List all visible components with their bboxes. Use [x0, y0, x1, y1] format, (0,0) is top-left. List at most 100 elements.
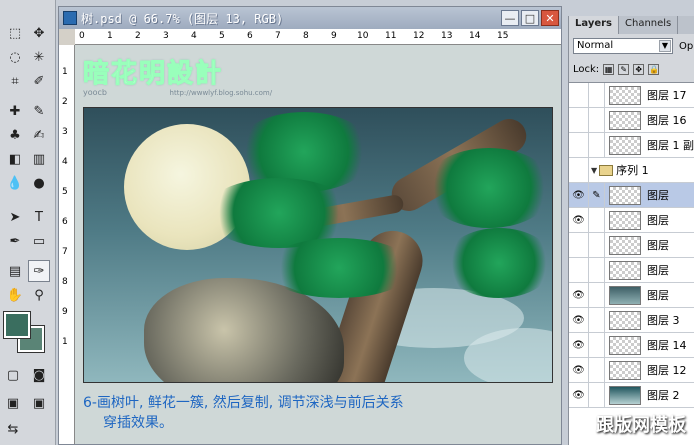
link-cell[interactable] — [589, 107, 605, 133]
layer-thumbnail — [609, 385, 641, 405]
brush-icon[interactable]: ✎ — [589, 182, 605, 208]
blend-mode-select[interactable]: Normal ▼ — [573, 38, 673, 54]
zoom-tool-icon[interactable]: ⚲ — [28, 284, 50, 306]
dodge-tool-icon[interactable]: ● — [28, 172, 50, 194]
pen-tool-icon[interactable]: ✒ — [4, 230, 26, 252]
jump-to-imageready-icon[interactable]: ⇆ — [2, 418, 24, 440]
layer-row[interactable]: 图层 — [569, 257, 694, 283]
link-cell[interactable] — [589, 232, 605, 258]
eye-icon[interactable]: 👁 — [569, 182, 589, 208]
visibility-toggle[interactable] — [569, 82, 589, 108]
layer-row[interactable]: 👁 图层 12 — [569, 357, 694, 383]
document-titlebar[interactable]: 树.psd @ 66.7% (图层 13, RGB) — □ ✕ — [59, 7, 561, 29]
healing-brush-icon[interactable]: ✚ — [4, 100, 26, 122]
slice-tool-icon[interactable]: ✐ — [28, 70, 50, 92]
link-cell[interactable] — [589, 357, 605, 383]
eye-icon[interactable]: 👁 — [569, 282, 589, 308]
link-cell[interactable] — [589, 132, 605, 158]
layer-group-row[interactable]: ▼ 序列 1 — [569, 157, 694, 183]
visibility-toggle[interactable] — [569, 132, 589, 158]
type-tool-icon[interactable]: T — [28, 206, 50, 228]
tutorial-caption: 6-画树叶, 鲜花一簇, 然后复制, 调节深浅与前后关系 穿插效果。 — [83, 393, 404, 433]
link-cell[interactable] — [589, 82, 605, 108]
visibility-toggle[interactable] — [569, 257, 589, 283]
link-cell[interactable] — [589, 307, 605, 333]
layer-row[interactable]: 👁 ✎ 图层 — [569, 182, 694, 208]
link-cell[interactable] — [589, 282, 605, 308]
close-button[interactable]: ✕ — [541, 10, 559, 26]
magic-wand-tool-icon[interactable]: ✳ — [28, 46, 50, 68]
clone-stamp-icon[interactable]: ♣ — [4, 124, 26, 146]
layer-row[interactable]: 👁 图层 14 — [569, 332, 694, 358]
move-tool-icon[interactable]: ✥ — [28, 22, 50, 44]
visibility-toggle[interactable] — [569, 232, 589, 258]
pine-needles-shape — [424, 148, 552, 228]
blur-tool-icon[interactable]: 💧 — [4, 172, 26, 194]
opacity-label: Op — [679, 40, 694, 52]
link-cell[interactable] — [589, 257, 605, 283]
lasso-tool-icon[interactable]: ◌ — [4, 46, 26, 68]
crop-tool-icon[interactable]: ⌗ — [4, 70, 26, 92]
tab-channels[interactable]: Channels — [619, 16, 679, 34]
notes-tool-icon[interactable]: ▤ — [4, 260, 26, 282]
link-cell[interactable] — [589, 207, 605, 233]
screen-mode-icon[interactable]: ▣ — [2, 392, 24, 414]
lock-all-icon[interactable]: 🔒 — [648, 64, 660, 75]
ruler-label: 6 — [247, 31, 253, 41]
gradient-tool-icon[interactable]: ▥ — [28, 148, 50, 170]
eye-icon[interactable]: 👁 — [569, 332, 589, 358]
vertical-ruler[interactable]: 1 2 3 4 5 6 7 8 9 1 — [59, 45, 75, 444]
layer-thumbnail — [609, 335, 641, 355]
layer-row[interactable]: 图层 17 — [569, 82, 694, 108]
layer-row[interactable]: 👁 图层 2 — [569, 382, 694, 408]
fullscreen-mode-icon[interactable]: ▣ — [28, 392, 50, 414]
canvas[interactable]: 暗花明設計 yoocb http://wwwlyf.blog.sohu.com/… — [75, 45, 561, 444]
marquee-tool-icon[interactable]: ⬚ — [4, 22, 26, 44]
maximize-button[interactable]: □ — [521, 10, 539, 26]
layer-list: 图层 17 图层 16 图层 1 副 ▼ 序列 1 👁 ✎ 图层 👁 图层 图层… — [569, 82, 694, 445]
hand-tool-icon[interactable]: ✋ — [4, 284, 26, 306]
standard-mode-icon[interactable]: ▢ — [2, 364, 24, 386]
ruler-label: 5 — [219, 31, 225, 41]
ruler-label: 10 — [357, 31, 369, 41]
visibility-toggle[interactable] — [569, 107, 589, 133]
ruler-label: 5 — [62, 187, 68, 197]
horizontal-ruler[interactable]: 0 1 2 3 4 5 6 7 8 9 10 11 12 13 14 15 — [75, 29, 561, 45]
history-brush-icon[interactable]: ✍ — [28, 124, 50, 146]
layer-row[interactable]: 👁 图层 — [569, 207, 694, 233]
expand-triangle-icon[interactable]: ▼ — [591, 166, 597, 175]
ruler-label: 8 — [62, 277, 68, 287]
shape-tool-icon[interactable]: ▭ — [28, 230, 50, 252]
minimize-button[interactable]: — — [501, 10, 519, 26]
watermark-text: 跟版网模板 — [596, 415, 686, 436]
lock-position-icon[interactable]: ✥ — [633, 64, 645, 75]
ruler-label: 3 — [163, 31, 169, 41]
path-select-icon[interactable]: ➤ — [4, 206, 26, 228]
visibility-toggle[interactable] — [569, 157, 589, 183]
link-cell[interactable] — [589, 382, 605, 408]
tab-layers[interactable]: Layers — [569, 16, 619, 34]
layer-name: 图层 — [647, 264, 669, 277]
foreground-color-swatch[interactable] — [3, 311, 31, 339]
layer-thumbnail — [609, 360, 641, 380]
layer-row[interactable]: 图层 — [569, 232, 694, 258]
ruler-label: 7 — [62, 247, 68, 257]
caption-line-2: 穿插效果。 — [103, 415, 173, 431]
quick-mask-icon[interactable]: ◙ — [28, 364, 50, 386]
pine-tree-artwork[interactable] — [83, 107, 553, 383]
eraser-tool-icon[interactable]: ◧ — [4, 148, 26, 170]
link-cell[interactable] — [589, 332, 605, 358]
lock-image-icon[interactable]: ✎ — [618, 64, 630, 75]
eye-icon[interactable]: 👁 — [569, 382, 589, 408]
eye-icon[interactable]: 👁 — [569, 207, 589, 233]
layer-row[interactable]: 👁 图层 3 — [569, 307, 694, 333]
eyedropper-tool-icon[interactable]: ✑ — [28, 260, 50, 282]
eye-icon[interactable]: 👁 — [569, 357, 589, 383]
layer-row[interactable]: 👁 图层 — [569, 282, 694, 308]
layer-row[interactable]: 图层 1 副 — [569, 132, 694, 158]
layer-row[interactable]: 图层 16 — [569, 107, 694, 133]
eye-icon[interactable]: 👁 — [569, 307, 589, 333]
lock-transparency-icon[interactable]: ▦ — [603, 64, 615, 75]
ruler-label: 6 — [62, 217, 68, 227]
brush-tool-icon[interactable]: ✎ — [28, 100, 50, 122]
